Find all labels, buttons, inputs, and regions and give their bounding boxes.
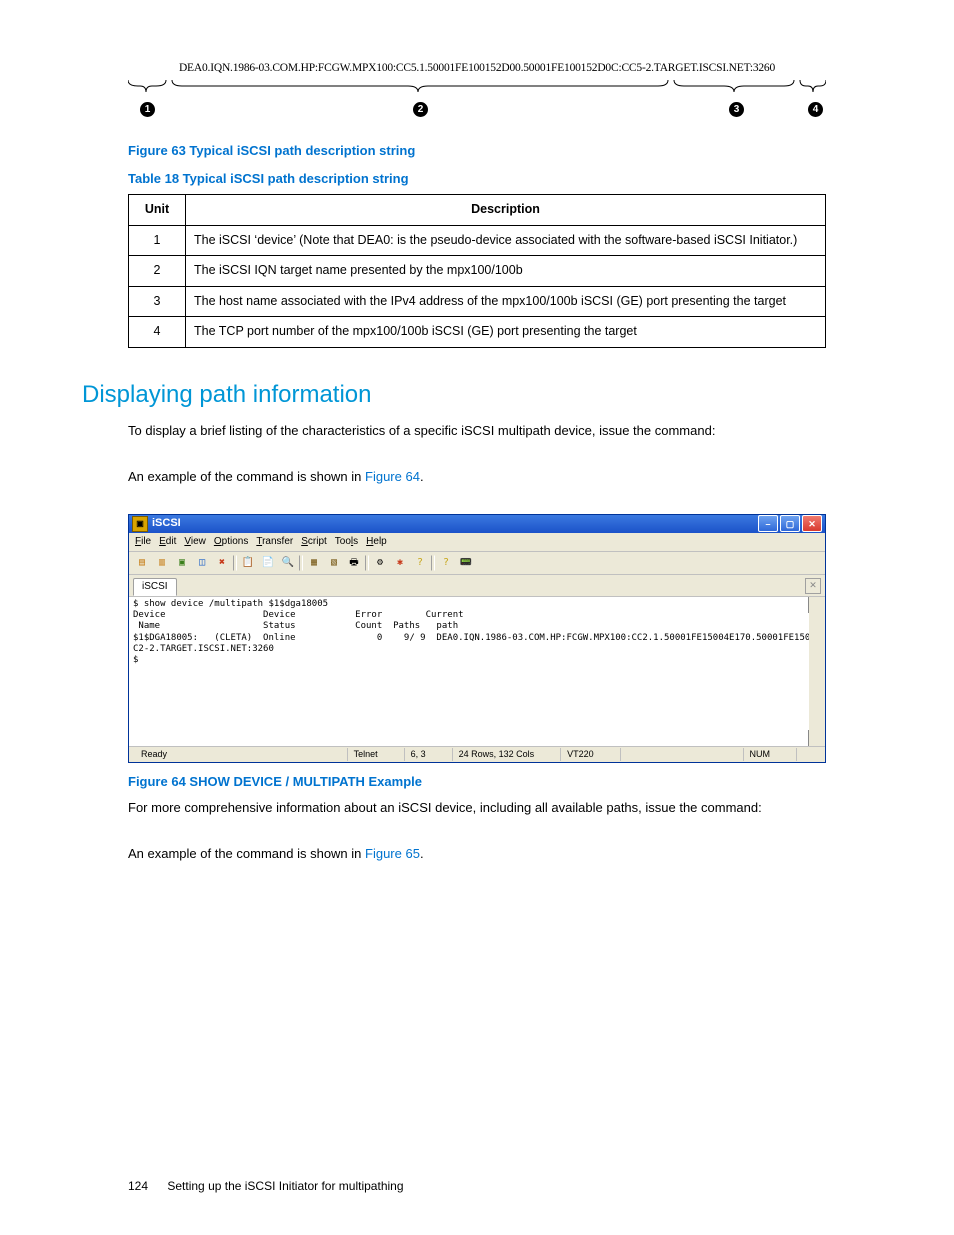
status-ready: Ready xyxy=(135,748,327,761)
toolbar: ▤ ▥ ▣ ◫ ✖ 📋 📄 🔍 ▦ ▧ 🖶 ⚙ ✱ ? ? 📟 xyxy=(129,552,825,575)
period: . xyxy=(420,846,424,861)
terminal-window: ▣ iSCSI – ▢ ✕ File Edit View Options Tra… xyxy=(128,514,826,763)
figure-63-title: Figure 63 Typical iSCSI path description… xyxy=(128,142,826,160)
toolbar-icon[interactable]: ▦ xyxy=(305,554,323,572)
table-header-unit: Unit xyxy=(129,195,186,226)
page-number: 124 xyxy=(128,1179,148,1193)
scroll-down-button[interactable]: ▾ xyxy=(808,730,824,746)
para-comprehensive: For more comprehensive information about… xyxy=(128,799,826,817)
toolbar-icon[interactable]: ✱ xyxy=(391,554,409,572)
toolbar-icon[interactable]: 📟 xyxy=(457,554,475,572)
help-icon[interactable]: ? xyxy=(411,554,429,572)
para-display-brief: To display a brief listing of the charac… xyxy=(128,422,826,440)
cell-desc: The host name associated with the IPv4 a… xyxy=(186,286,826,317)
help-icon[interactable]: ? xyxy=(437,554,455,572)
menu-options[interactable]: Options xyxy=(214,535,248,549)
marker-2: 2 xyxy=(413,102,428,117)
status-term: VT220 xyxy=(560,748,600,761)
toolbar-icon[interactable]: ◫ xyxy=(193,554,211,572)
menu-bar: File Edit View Options Transfer Script T… xyxy=(129,533,825,552)
markers-row: 1 2 3 4 xyxy=(128,102,826,124)
minimize-button[interactable]: – xyxy=(758,515,778,532)
table-row: 2 The iSCSI IQN target name presented by… xyxy=(129,256,826,287)
terminal-text: $ show device /multipath $1$dga18005 Dev… xyxy=(133,599,825,665)
copy-icon[interactable]: 📋 xyxy=(239,554,257,572)
toolbar-icon[interactable]: ▣ xyxy=(173,554,191,572)
table-18-title: Table 18 Typical iSCSI path description … xyxy=(128,170,826,188)
brace-row xyxy=(128,78,826,98)
period: . xyxy=(420,469,424,484)
search-icon[interactable]: 🔍 xyxy=(279,554,297,572)
scroll-up-button[interactable]: ▴ xyxy=(808,597,824,613)
marker-1: 1 xyxy=(140,102,155,117)
cell-unit: 4 xyxy=(129,317,186,348)
tab-close-icon[interactable]: ✕ xyxy=(805,578,821,594)
menu-help[interactable]: Help xyxy=(366,535,387,549)
close-button[interactable]: ✕ xyxy=(802,515,822,532)
status-size: 24 Rows, 132 Cols xyxy=(452,748,541,761)
table-row: 3 The host name associated with the IPv4… xyxy=(129,286,826,317)
para-example-64: An example of the command is shown in Fi… xyxy=(128,468,826,486)
status-protocol: Telnet xyxy=(347,748,384,761)
toolbar-icon[interactable]: ✖ xyxy=(213,554,231,572)
menu-transfer[interactable]: Transfer xyxy=(256,535,293,549)
figure-65-link[interactable]: Figure 65 xyxy=(365,846,420,861)
cell-desc: The iSCSI ‘device’ (Note that DEA0: is t… xyxy=(186,225,826,256)
figure-64-title: Figure 64 SHOW DEVICE / MULTIPATH Exampl… xyxy=(128,773,826,791)
marker-3: 3 xyxy=(729,102,744,117)
menu-tools[interactable]: Tools xyxy=(335,535,358,549)
toolbar-separator xyxy=(431,555,435,571)
print-icon[interactable]: 🖶 xyxy=(345,554,363,572)
table-header-desc: Description xyxy=(186,195,826,226)
menu-view[interactable]: View xyxy=(184,535,206,549)
toolbar-separator xyxy=(299,555,303,571)
menu-file[interactable]: File xyxy=(135,535,151,549)
window-title: iSCSI xyxy=(152,516,181,531)
para-example-65: An example of the command is shown in Fi… xyxy=(128,845,826,863)
cell-desc: The TCP port number of the mpx100/100b i… xyxy=(186,317,826,348)
cell-unit: 1 xyxy=(129,225,186,256)
figure-64-link[interactable]: Figure 64 xyxy=(365,469,420,484)
description-table: Unit Description 1 The iSCSI ‘device’ (N… xyxy=(128,194,826,348)
toolbar-separator xyxy=(365,555,369,571)
toolbar-separator xyxy=(233,555,237,571)
table-row: 4 The TCP port number of the mpx100/100b… xyxy=(129,317,826,348)
para-text: An example of the command is shown in xyxy=(128,469,365,484)
marker-4: 4 xyxy=(808,102,823,117)
para-text: An example of the command is shown in xyxy=(128,846,365,861)
tab-iscsi[interactable]: iSCSI xyxy=(133,578,177,596)
tab-bar: iSCSI ✕ xyxy=(129,575,825,597)
cell-unit: 2 xyxy=(129,256,186,287)
cell-unit: 3 xyxy=(129,286,186,317)
menu-edit[interactable]: Edit xyxy=(159,535,176,549)
window-titlebar[interactable]: ▣ iSCSI – ▢ ✕ xyxy=(129,515,825,533)
footer-text: Setting up the iSCSI Initiator for multi… xyxy=(167,1179,403,1193)
path-string-text: DEA0.IQN.1986-03.COM.HP:FCGW.MPX100:CC5.… xyxy=(128,60,826,76)
menu-script[interactable]: Script xyxy=(301,535,327,549)
maximize-button[interactable]: ▢ xyxy=(780,515,800,532)
status-num: NUM xyxy=(743,748,777,761)
settings-icon[interactable]: ⚙ xyxy=(371,554,389,572)
section-heading: Displaying path information xyxy=(82,378,826,412)
toolbar-icon[interactable]: ▤ xyxy=(133,554,151,572)
paste-icon[interactable]: 📄 xyxy=(259,554,277,572)
status-bar: Ready Telnet 6, 3 24 Rows, 132 Cols VT22… xyxy=(129,746,825,762)
terminal-output[interactable]: $ show device /multipath $1$dga18005 Dev… xyxy=(129,597,825,746)
toolbar-icon[interactable]: ▧ xyxy=(325,554,343,572)
table-row: 1 The iSCSI ‘device’ (Note that DEA0: is… xyxy=(129,225,826,256)
page-footer: 124 Setting up the iSCSI Initiator for m… xyxy=(128,1178,404,1195)
cell-desc: The iSCSI IQN target name presented by t… xyxy=(186,256,826,287)
toolbar-icon[interactable]: ▥ xyxy=(153,554,171,572)
status-cursor: 6, 3 xyxy=(404,748,432,761)
app-icon: ▣ xyxy=(132,516,148,532)
